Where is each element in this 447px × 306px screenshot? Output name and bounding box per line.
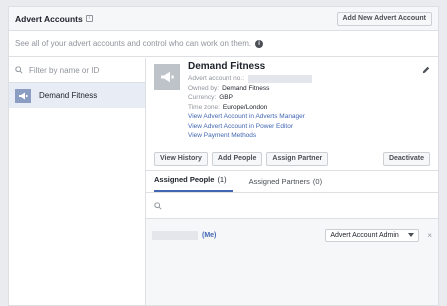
- info-icon[interactable]: i: [85, 15, 93, 22]
- add-new-advert-account-button[interactable]: Add New Advert Account: [336, 11, 432, 26]
- megaphone-icon: [15, 88, 31, 103]
- owner-row: Owned by: Demand Fitness: [188, 84, 270, 92]
- search-icon: [15, 66, 23, 74]
- link-adverts-manager[interactable]: View Advert Account in Adverts Manager: [188, 112, 312, 122]
- account-name: Demand Fitness: [188, 61, 266, 72]
- me-label: (Me): [202, 231, 217, 239]
- accounts-sidebar: Filter by name or ID Demand Fitness: [9, 58, 146, 305]
- timezone-row: Time zone: Europe/London: [188, 103, 268, 111]
- redacted-account-number: [248, 74, 313, 83]
- link-payment-methods[interactable]: View Payment Methods: [188, 131, 312, 141]
- account-info-section: Demand Fitness Advert account no.: Owned…: [146, 58, 438, 171]
- assigned-people-list: (Me) Advert Account Admin ×: [146, 194, 438, 305]
- view-history-button[interactable]: View History: [154, 152, 208, 166]
- page-title: Advert Accounts: [15, 13, 83, 24]
- close-icon[interactable]: ×: [427, 231, 432, 240]
- account-details: Demand Fitness Advert account no.: Owned…: [146, 58, 438, 305]
- help-icon[interactable]: i: [255, 39, 264, 48]
- sidebar-item-demand-fitness[interactable]: Demand Fitness: [9, 83, 145, 108]
- megaphone-icon: [154, 64, 180, 90]
- assign-partner-button[interactable]: Assign Partner: [266, 152, 329, 166]
- advert-accounts-panel: Advert Accounts i Add New Advert Account…: [8, 6, 439, 306]
- description-bar: See all of your advert accounts and cont…: [9, 31, 438, 57]
- role-dropdown[interactable]: Advert Account Admin: [325, 228, 420, 242]
- edit-pencil-icon[interactable]: [422, 66, 430, 76]
- assignment-tabs: Assigned People (1) Assigned Partners (0): [146, 171, 438, 193]
- deactivate-button[interactable]: Deactivate: [382, 152, 430, 166]
- chevron-down-icon: [408, 233, 415, 237]
- account-number-row: Advert account no.:: [188, 74, 313, 84]
- filter-input[interactable]: Filter by name or ID: [29, 66, 99, 75]
- tab-assigned-partners[interactable]: Assigned Partners (0): [249, 177, 328, 192]
- link-power-editor[interactable]: View Advert Account in Power Editor: [188, 122, 312, 132]
- filter-search[interactable]: Filter by name or ID: [9, 58, 145, 83]
- account-actions: View History Add People Assign Partner D…: [154, 152, 430, 166]
- description-text: See all of your advert accounts and cont…: [15, 39, 252, 48]
- redacted-person-name: [152, 230, 198, 240]
- add-people-button[interactable]: Add People: [211, 152, 263, 166]
- tab-assigned-people[interactable]: Assigned People (1): [154, 175, 233, 192]
- search-icon: [154, 202, 162, 210]
- panel-header: Advert Accounts i Add New Advert Account: [9, 7, 438, 31]
- list-item: (Me) Advert Account Admin ×: [146, 223, 438, 247]
- currency-row: Currency: GBP: [188, 94, 233, 101]
- account-info: Demand Fitness Advert account no.: Owned…: [188, 61, 313, 141]
- sidebar-item-label: Demand Fitness: [39, 91, 98, 100]
- people-search-input[interactable]: [146, 194, 438, 219]
